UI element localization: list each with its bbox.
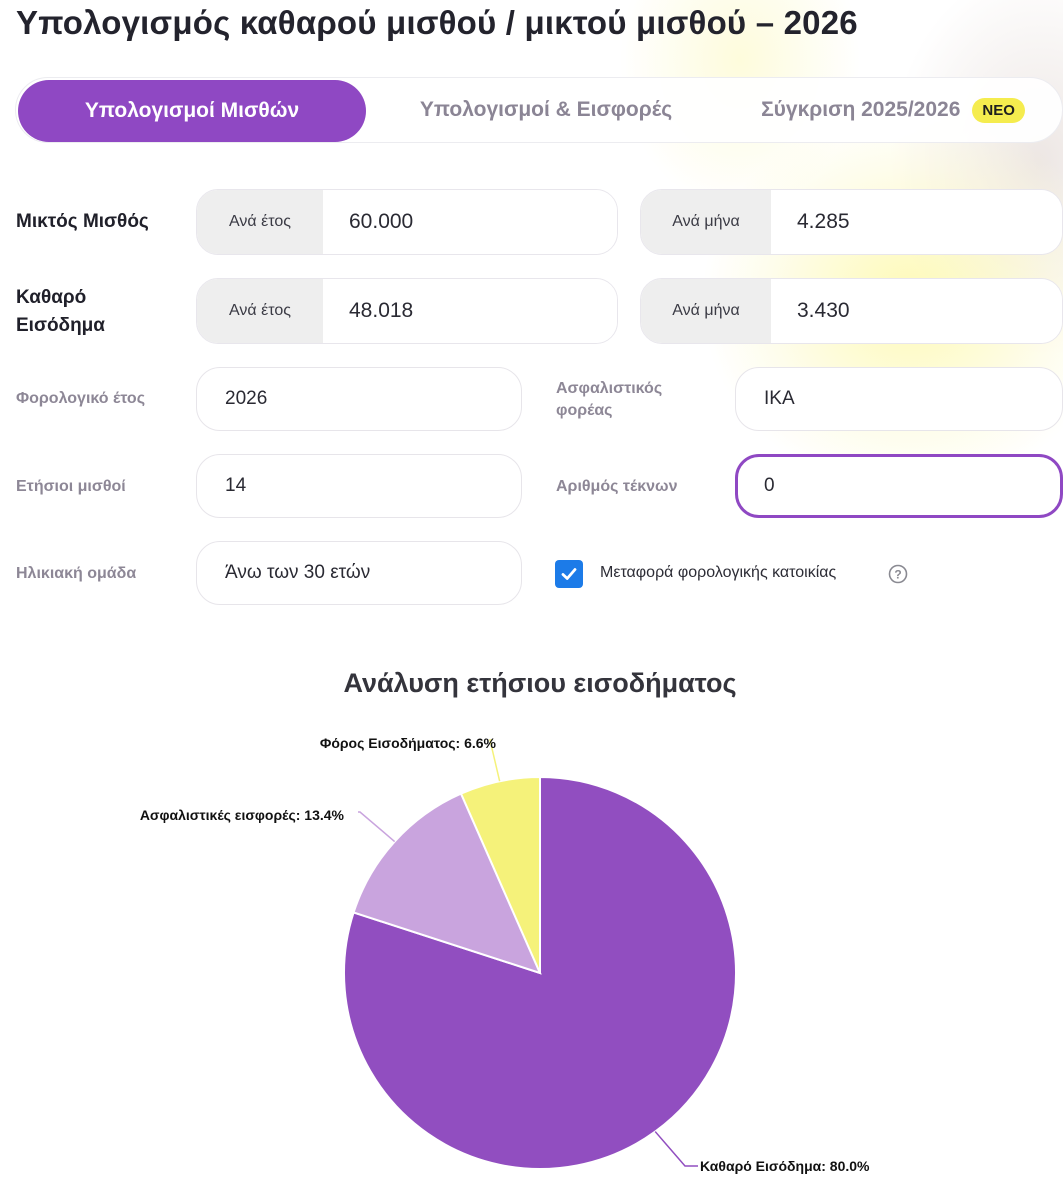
checkmark-icon: [561, 568, 577, 580]
tax-residence-checkbox[interactable]: [555, 560, 583, 588]
tab-calculations-contributions[interactable]: Υπολογισμοί & Εισφορές: [376, 78, 716, 142]
net-income-label: Καθαρό Εισόδημα: [16, 284, 105, 340]
gross-monthly-prefix: Ανά μήνα: [641, 190, 771, 254]
page-title: Υπολογισμός καθαρού μισθού / μικτού μισθ…: [16, 4, 858, 41]
pie-leader-line-0: [654, 1131, 698, 1167]
tax-residence-label: Μεταφορά φορολογικής κατοικίας: [600, 564, 837, 581]
pie-label-0: Καθαρό Εισόδημα: 80.0%: [700, 1158, 870, 1174]
annual-salaries-select[interactable]: 14: [196, 454, 522, 518]
gross-monthly-field[interactable]: Ανά μήνα 4.285: [640, 189, 1063, 255]
pie-leader-line-1: [358, 811, 396, 843]
annual-salaries-label: Ετήσιοι μισθοί: [16, 478, 126, 495]
tab-comparison-label: Σύγκριση 2025/2026: [761, 98, 961, 121]
tab-salary-calculations[interactable]: Υπολογισμοί Μισθών: [18, 80, 366, 142]
tab-bar: Υπολογισμοί Μισθών Υπολογισμοί & Εισφορέ…: [15, 77, 1063, 143]
net-yearly-value[interactable]: 48.018: [323, 279, 617, 343]
insurer-label-line2: φορέας: [556, 402, 613, 419]
insurer-label: Ασφαλιστικός φορέας: [556, 378, 662, 422]
net-monthly-prefix: Ανά μήνα: [641, 279, 771, 343]
net-yearly-field[interactable]: Ανά έτος 48.018: [196, 278, 618, 344]
pie-label-2: Φόρος Εισοδήματος: 6.6%: [320, 735, 497, 751]
children-input[interactable]: 0: [735, 454, 1063, 518]
net-yearly-prefix: Ανά έτος: [197, 279, 323, 343]
gross-yearly-prefix: Ανά έτος: [197, 190, 323, 254]
net-income-label-line2: Εισόδημα: [16, 315, 105, 336]
svg-text:?: ?: [894, 568, 901, 582]
gross-yearly-field[interactable]: Ανά έτος 60.000: [196, 189, 618, 255]
net-income-label-line1: Καθαρό: [16, 287, 87, 308]
pie-label-1: Ασφαλιστικές εισφορές: 13.4%: [140, 807, 345, 823]
net-monthly-value[interactable]: 3.430: [771, 279, 1062, 343]
chart-title: Ανάλυση ετήσιου εισοδήματος: [343, 668, 737, 698]
tab-comparison[interactable]: Σύγκριση 2025/2026 ΝΕΟ: [728, 78, 1058, 142]
children-label: Αριθμός τέκνων: [556, 478, 678, 495]
gross-monthly-value[interactable]: 4.285: [771, 190, 1062, 254]
question-circle-icon[interactable]: ?: [887, 563, 909, 585]
net-monthly-field[interactable]: Ανά μήνα 3.430: [640, 278, 1063, 344]
income-pie-chart: Καθαρό Εισόδημα: 80.0% Ασφαλιστικές εισφο…: [140, 735, 870, 1174]
new-badge: ΝΕΟ: [972, 97, 1025, 123]
age-group-select[interactable]: Άνω των 30 ετών: [196, 541, 522, 605]
tax-year-label: Φορολογικό έτος: [16, 390, 146, 407]
insurer-label-line1: Ασφαλιστικός: [556, 380, 663, 397]
tax-year-select[interactable]: 2026: [196, 367, 522, 431]
insurer-select[interactable]: ΙΚΑ: [735, 367, 1063, 431]
gross-yearly-value[interactable]: 60.000: [323, 190, 617, 254]
gross-salary-label: Μικτός Μισθός: [16, 211, 149, 232]
age-group-label: Ηλικιακή ομάδα: [16, 565, 137, 582]
